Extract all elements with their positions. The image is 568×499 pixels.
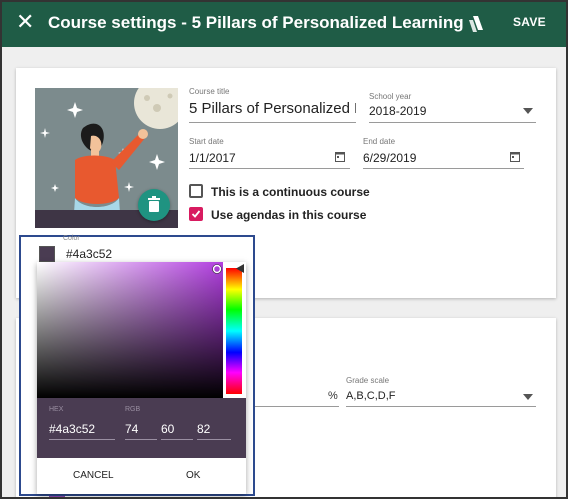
continuous-course-checkbox[interactable]	[189, 184, 203, 198]
ok-button[interactable]: OK	[186, 470, 200, 481]
rgb-g-underline	[161, 439, 193, 440]
app-header: ✕ Course settings - 5 Pillars of Persona…	[2, 2, 566, 47]
course-title-input[interactable]: 5 Pillars of Personalized Learning	[189, 100, 356, 117]
color-selector-handle[interactable]	[212, 264, 222, 274]
use-agendas-checkbox[interactable]	[189, 207, 203, 221]
color-picker-panel: Color #4a3c52 HEX RGB #4a3c52 74 60 82 C…	[19, 235, 255, 496]
save-button[interactable]: SAVE	[513, 15, 546, 29]
rgb-label: RGB	[125, 406, 141, 413]
calendar-icon[interactable]	[510, 151, 520, 162]
grade-scale-select[interactable]: A,B,C,D,F	[346, 390, 396, 402]
course-settings-window: ✕ Course settings - 5 Pillars of Persona…	[0, 0, 568, 499]
hue-slider[interactable]	[226, 268, 242, 394]
cancel-button[interactable]: CANCEL	[73, 470, 114, 481]
grade-scale-underline	[346, 406, 536, 407]
color-field-label: Color	[63, 235, 80, 242]
color-values-panel: HEX RGB #4a3c52 74 60 82	[37, 398, 246, 458]
hex-underline	[49, 439, 115, 440]
start-date-label: Start date	[189, 137, 224, 146]
color-swatch[interactable]	[39, 246, 55, 262]
hex-input[interactable]: #4a3c52	[49, 422, 95, 436]
rgb-r-underline	[125, 439, 157, 440]
chevron-down-icon[interactable]	[523, 394, 533, 400]
percent-field-underline	[255, 406, 339, 407]
saturation-value-area[interactable]	[37, 262, 223, 398]
percent-symbol: %	[328, 390, 338, 402]
school-year-underline	[369, 122, 536, 123]
rgb-g-input[interactable]: 60	[161, 422, 174, 436]
course-title-underline	[189, 122, 356, 123]
eraser-icon[interactable]	[465, 14, 487, 34]
trash-icon	[148, 196, 160, 212]
continuous-course-label: This is a continuous course	[211, 185, 370, 199]
hex-label: HEX	[49, 406, 64, 413]
color-picker-dialog: HEX RGB #4a3c52 74 60 82 CANCEL OK	[37, 262, 246, 494]
course-title-label: Course title	[189, 87, 230, 96]
rgb-b-input[interactable]: 82	[197, 422, 210, 436]
close-icon[interactable]: ✕	[16, 11, 34, 33]
school-year-label: School year	[369, 92, 412, 101]
checkmark-icon	[191, 210, 201, 218]
delete-image-button[interactable]	[138, 189, 170, 221]
use-agendas-label: Use agendas in this course	[211, 208, 367, 222]
hue-slider-handle-icon[interactable]	[236, 264, 244, 273]
page-title: Course settings - 5 Pillars of Personali…	[48, 13, 464, 32]
color-hex-display[interactable]: #4a3c52	[66, 247, 112, 261]
rgb-r-input[interactable]: 74	[125, 422, 138, 436]
grade-scale-label: Grade scale	[346, 376, 390, 385]
chevron-down-icon[interactable]	[523, 108, 533, 114]
rgb-b-underline	[197, 439, 231, 440]
school-year-select[interactable]: 2018-2019	[369, 104, 426, 118]
calendar-icon[interactable]	[335, 151, 345, 162]
start-date-underline	[189, 168, 350, 169]
end-date-input[interactable]: 6/29/2019	[363, 151, 416, 165]
end-date-label: End date	[363, 137, 396, 146]
start-date-input[interactable]: 1/1/2017	[189, 151, 236, 165]
end-date-underline	[363, 168, 524, 169]
